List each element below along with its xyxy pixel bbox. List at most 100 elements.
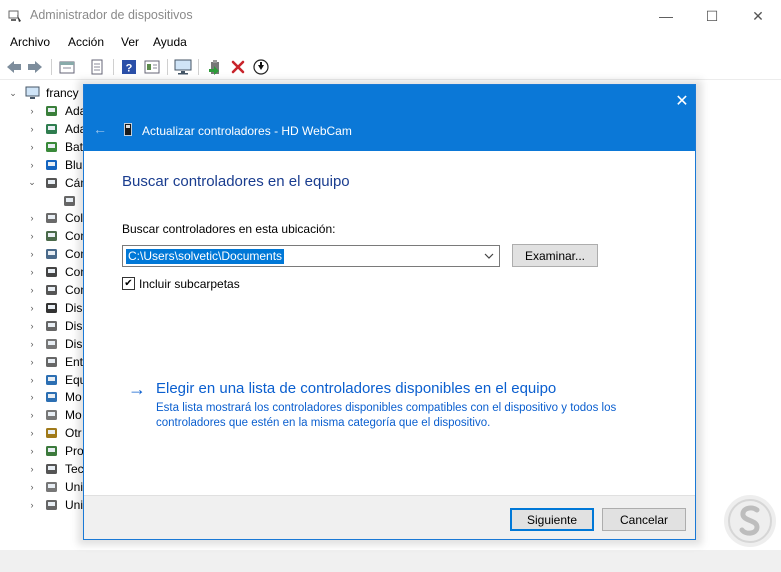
choose-driver-list-description: Esta lista mostrará los controladores di… (156, 402, 617, 429)
chevron-right-icon[interactable]: › (27, 356, 37, 368)
chevron-right-icon[interactable]: › (27, 284, 37, 296)
choose-driver-list-link[interactable]: Elegir en una lista de controladores dis… (156, 380, 556, 397)
download-icon[interactable] (252, 58, 270, 76)
chevron-right-icon[interactable]: › (27, 230, 37, 242)
tree-item[interactable]: › Bat (0, 138, 90, 156)
tree-item[interactable]: › Uni (0, 496, 90, 514)
unknown-device-icon (46, 428, 57, 439)
tree-root-label: francy (46, 86, 79, 100)
back-button[interactable]: ← (92, 121, 108, 137)
monitor-icon[interactable] (174, 58, 192, 76)
include-subfolders-checkbox[interactable]: ✔ (122, 277, 135, 290)
bluetooth-icon (46, 159, 57, 170)
keyboard-icon (46, 464, 57, 474)
tree-item[interactable]: › Ent (0, 353, 90, 371)
tree-item[interactable]: › Tec (0, 460, 90, 478)
chevron-right-icon[interactable]: › (27, 141, 37, 153)
tree-item[interactable]: › Equ (0, 371, 90, 389)
close-button[interactable]: ✕ (735, 0, 781, 32)
computer-icon (25, 86, 40, 99)
forward-arrow-icon[interactable] (26, 58, 44, 76)
browse-button[interactable]: Examinar... (512, 244, 598, 267)
usb-connector-icon (46, 285, 57, 295)
window-title: Administrador de dispositivos (30, 8, 193, 22)
battery-icon (46, 141, 57, 152)
view-icon[interactable] (143, 58, 161, 76)
tree-item[interactable]: › Uni (0, 478, 90, 496)
chevron-right-icon[interactable]: › (27, 391, 37, 403)
path-input[interactable]: C:\Users\solvetic\Documents (126, 249, 285, 264)
tree-item[interactable]: › Otr (0, 424, 90, 442)
chevron-right-icon[interactable]: › (27, 374, 37, 386)
storage-controller-icon (46, 249, 57, 260)
next-button[interactable]: Siguiente (510, 508, 594, 531)
chevron-right-icon[interactable]: › (27, 499, 37, 511)
tree-item[interactable]: › Ada (0, 102, 90, 120)
chevron-right-icon[interactable]: › (27, 427, 37, 439)
tree-item[interactable]: › Disp (0, 299, 90, 317)
menu-accion[interactable]: Acción (68, 35, 104, 49)
chevron-right-icon[interactable]: › (27, 320, 37, 332)
menu-ayuda[interactable]: Ayuda (153, 35, 187, 49)
tree-item[interactable]: › Mo (0, 406, 90, 424)
chevron-right-icon[interactable]: › (27, 409, 37, 421)
tree-item[interactable]: › Pro (0, 442, 90, 460)
tree-item[interactable]: › Blu (0, 156, 90, 174)
tree-item[interactable]: › Con (0, 263, 90, 281)
tree-item[interactable]: › Con (0, 245, 90, 263)
chevron-right-icon[interactable]: › (27, 105, 37, 117)
tree-item[interactable]: › Con (0, 281, 90, 299)
audio-input-icon (46, 356, 57, 367)
display-adapter-icon (46, 123, 57, 134)
usb-icon (46, 267, 57, 278)
chevron-right-icon[interactable]: › (27, 481, 37, 493)
minimize-button[interactable]: — (643, 0, 689, 32)
tree-item[interactable]: ⌄Cám (0, 174, 90, 192)
arrow-right-icon[interactable]: → (128, 379, 146, 400)
tree-item[interactable]: › Ada (0, 120, 90, 138)
chevron-down-icon[interactable]: ⌄ (8, 87, 18, 99)
back-arrow-icon[interactable] (5, 58, 23, 76)
tree-item[interactable]: › Col (0, 209, 90, 227)
chevron-right-icon[interactable]: › (27, 338, 37, 350)
menu-bar: Archivo Acción Ver Ayuda (0, 32, 781, 52)
chevron-right-icon[interactable]: › (27, 123, 37, 135)
menu-archivo[interactable]: Archivo (10, 35, 50, 49)
tree-item[interactable]: › Disp (0, 317, 90, 335)
path-combobox[interactable]: C:\Users\solvetic\Documents (122, 245, 500, 267)
printer-icon[interactable] (88, 58, 106, 76)
dialog-close-button[interactable]: ✕ (672, 91, 692, 111)
computer-icon (46, 374, 57, 385)
dialog-title: Actualizar controladores - HD WebCam (142, 124, 352, 138)
chevron-right-icon[interactable]: › (27, 302, 37, 314)
update-driver-icon[interactable] (206, 58, 224, 76)
printer-queue-icon (46, 213, 57, 224)
dialog-header: ✕ ← Actualizar controladores - HD WebCam (84, 85, 695, 151)
help-icon[interactable]: ? (120, 58, 138, 76)
tree-item[interactable] (0, 192, 90, 210)
include-subfolders-label: Incluir subcarpetas (139, 277, 240, 291)
cancel-button[interactable]: Cancelar (602, 508, 686, 531)
menu-ver[interactable]: Ver (121, 35, 139, 49)
tree-item[interactable]: › Mo (0, 388, 90, 406)
close-icon: ✕ (675, 93, 689, 110)
chevron-right-icon[interactable]: › (27, 212, 37, 224)
maximize-icon: ☐ (705, 7, 719, 24)
chevron-down-icon[interactable]: ⌄ (27, 177, 37, 189)
chevron-right-icon[interactable]: › (27, 266, 37, 278)
maximize-button[interactable]: ☐ (689, 0, 735, 32)
chevron-right-icon[interactable]: › (27, 159, 37, 171)
properties-icon[interactable] (58, 58, 76, 76)
uninstall-icon[interactable] (229, 58, 247, 76)
chevron-right-icon[interactable]: › (27, 248, 37, 260)
chevron-down-icon[interactable] (483, 249, 495, 263)
mouse-icon (46, 410, 57, 421)
tree-item[interactable]: › Con (0, 227, 90, 245)
tree-item[interactable]: › Disp (0, 335, 90, 353)
tree-root[interactable]: ⌄ francy (0, 84, 90, 102)
chevron-right-icon[interactable]: › (27, 445, 37, 457)
chevron-right-icon[interactable]: › (27, 463, 37, 475)
location-label: Buscar controladores en esta ubicación: (122, 222, 336, 236)
checkmark-icon: ✔ (124, 277, 133, 289)
webcam-icon (64, 195, 75, 206)
